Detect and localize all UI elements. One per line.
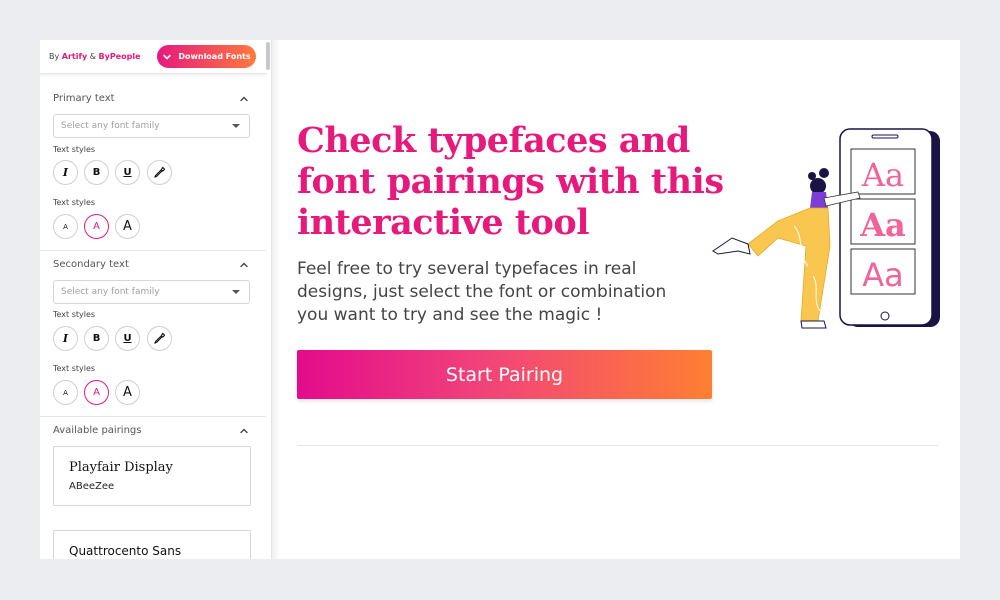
primary-text-title: Primary text [53, 93, 115, 104]
sidebar-header: By Artify & ByPeople Download Fonts [40, 40, 266, 74]
color-picker-button[interactable] [147, 160, 172, 185]
chevron-down-icon [163, 54, 172, 60]
italic-icon: I [62, 166, 69, 179]
hair-bun [819, 168, 829, 178]
bold-button[interactable]: B [84, 326, 109, 351]
primary-text-section: Primary text Select any font family Text… [40, 74, 266, 250]
secondary-text-title: Secondary text [53, 259, 129, 270]
subtext-line: you want to try and see the magic ! [297, 305, 603, 325]
app-frame: By Artify & ByPeople Download Fonts Prim… [40, 40, 960, 559]
secondary-text-section: Secondary text Select any font family Te… [40, 250, 266, 416]
pairing-heading: Quattrocento Sans [69, 544, 182, 558]
download-fonts-button[interactable]: Download Fonts [157, 45, 256, 68]
size-medium-icon: A [93, 221, 100, 232]
subtext-line: designs, just select the font or combina… [297, 282, 667, 302]
underline-icon: U [123, 333, 132, 344]
size-small-button[interactable]: A [53, 214, 78, 239]
italic-button[interactable]: I [53, 326, 78, 351]
headline-line: font pairings with this [297, 161, 724, 202]
pairings-title: Available pairings [53, 425, 142, 436]
sidebar: By Artify & ByPeople Download Fonts Prim… [40, 40, 272, 559]
secondary-font-placeholder: Select any font family [61, 287, 160, 297]
artify-link[interactable]: Artify [62, 52, 87, 61]
pairings-section: Available pairings Playfair Display ABee… [40, 416, 266, 559]
pairing-card[interactable]: Playfair Display ABeeZee [53, 446, 251, 506]
size-small-button[interactable]: A [53, 380, 78, 405]
sample-glyph: Aa [861, 156, 904, 194]
chevron-up-icon[interactable] [239, 260, 249, 270]
size-medium-button[interactable]: A [84, 214, 109, 239]
start-pairing-button[interactable]: Start Pairing [297, 350, 712, 399]
pairing-card[interactable]: Quattrocento Sans [53, 530, 251, 559]
pairing-body: ABeeZee [69, 481, 115, 492]
head [810, 178, 826, 194]
sidebar-shadow [272, 40, 280, 559]
legs [747, 207, 831, 322]
sample-glyph: Aa [859, 206, 906, 244]
shoe [712, 237, 751, 255]
size-large-button[interactable]: A [115, 380, 140, 405]
underline-button[interactable]: U [115, 326, 140, 351]
bypeople-link[interactable]: ByPeople [99, 52, 141, 61]
hero-subtext: Feel free to try several typefaces in re… [297, 258, 697, 327]
secondary-font-select[interactable]: Select any font family [53, 280, 250, 304]
pairing-heading: Playfair Display [69, 460, 173, 475]
chevron-up-icon[interactable] [239, 426, 249, 436]
size-small-icon: A [63, 388, 68, 397]
headline-line: Check typefaces and [297, 120, 690, 161]
primary-font-select[interactable]: Select any font family [53, 114, 250, 138]
credit-line: By Artify & ByPeople [49, 52, 141, 61]
sample-glyph: Aa [862, 256, 904, 294]
size-medium-icon: A [93, 387, 100, 398]
primary-styles-label: Text styles [53, 145, 96, 154]
italic-icon: I [62, 332, 69, 345]
size-large-icon: A [123, 385, 132, 400]
eyedropper-icon [154, 166, 166, 178]
bold-icon: B [92, 167, 101, 178]
credit-amp: & [89, 52, 96, 61]
hero-headline: Check typefaces and font pairings with t… [297, 120, 724, 243]
size-large-icon: A [123, 219, 132, 234]
download-fonts-label: Download Fonts [178, 52, 251, 61]
primary-sizes-label: Text styles [53, 198, 96, 207]
headline-line: interactive tool [297, 202, 590, 243]
subtext-line: Feel free to try several typefaces in re… [297, 259, 637, 279]
underline-icon: U [123, 167, 132, 178]
bold-button[interactable]: B [84, 160, 109, 185]
underline-button[interactable]: U [115, 160, 140, 185]
credit-by: By [49, 52, 60, 61]
caret-down-icon [232, 124, 240, 128]
color-picker-button[interactable] [147, 326, 172, 351]
shoe [800, 320, 827, 329]
caret-down-icon [232, 290, 240, 294]
bold-icon: B [92, 333, 101, 344]
primary-font-placeholder: Select any font family [61, 121, 160, 131]
italic-button[interactable]: I [53, 160, 78, 185]
sidebar-scrollbar[interactable] [266, 42, 270, 70]
size-large-button[interactable]: A [115, 214, 140, 239]
hero-illustration: Aa Aa Aa [712, 128, 940, 329]
divider [297, 445, 939, 446]
size-medium-button[interactable]: A [84, 380, 109, 405]
secondary-sizes-label: Text styles [53, 364, 96, 373]
chevron-up-icon[interactable] [239, 94, 249, 104]
size-small-icon: A [63, 222, 68, 231]
secondary-styles-label: Text styles [53, 310, 96, 319]
eyedropper-icon [154, 332, 166, 344]
